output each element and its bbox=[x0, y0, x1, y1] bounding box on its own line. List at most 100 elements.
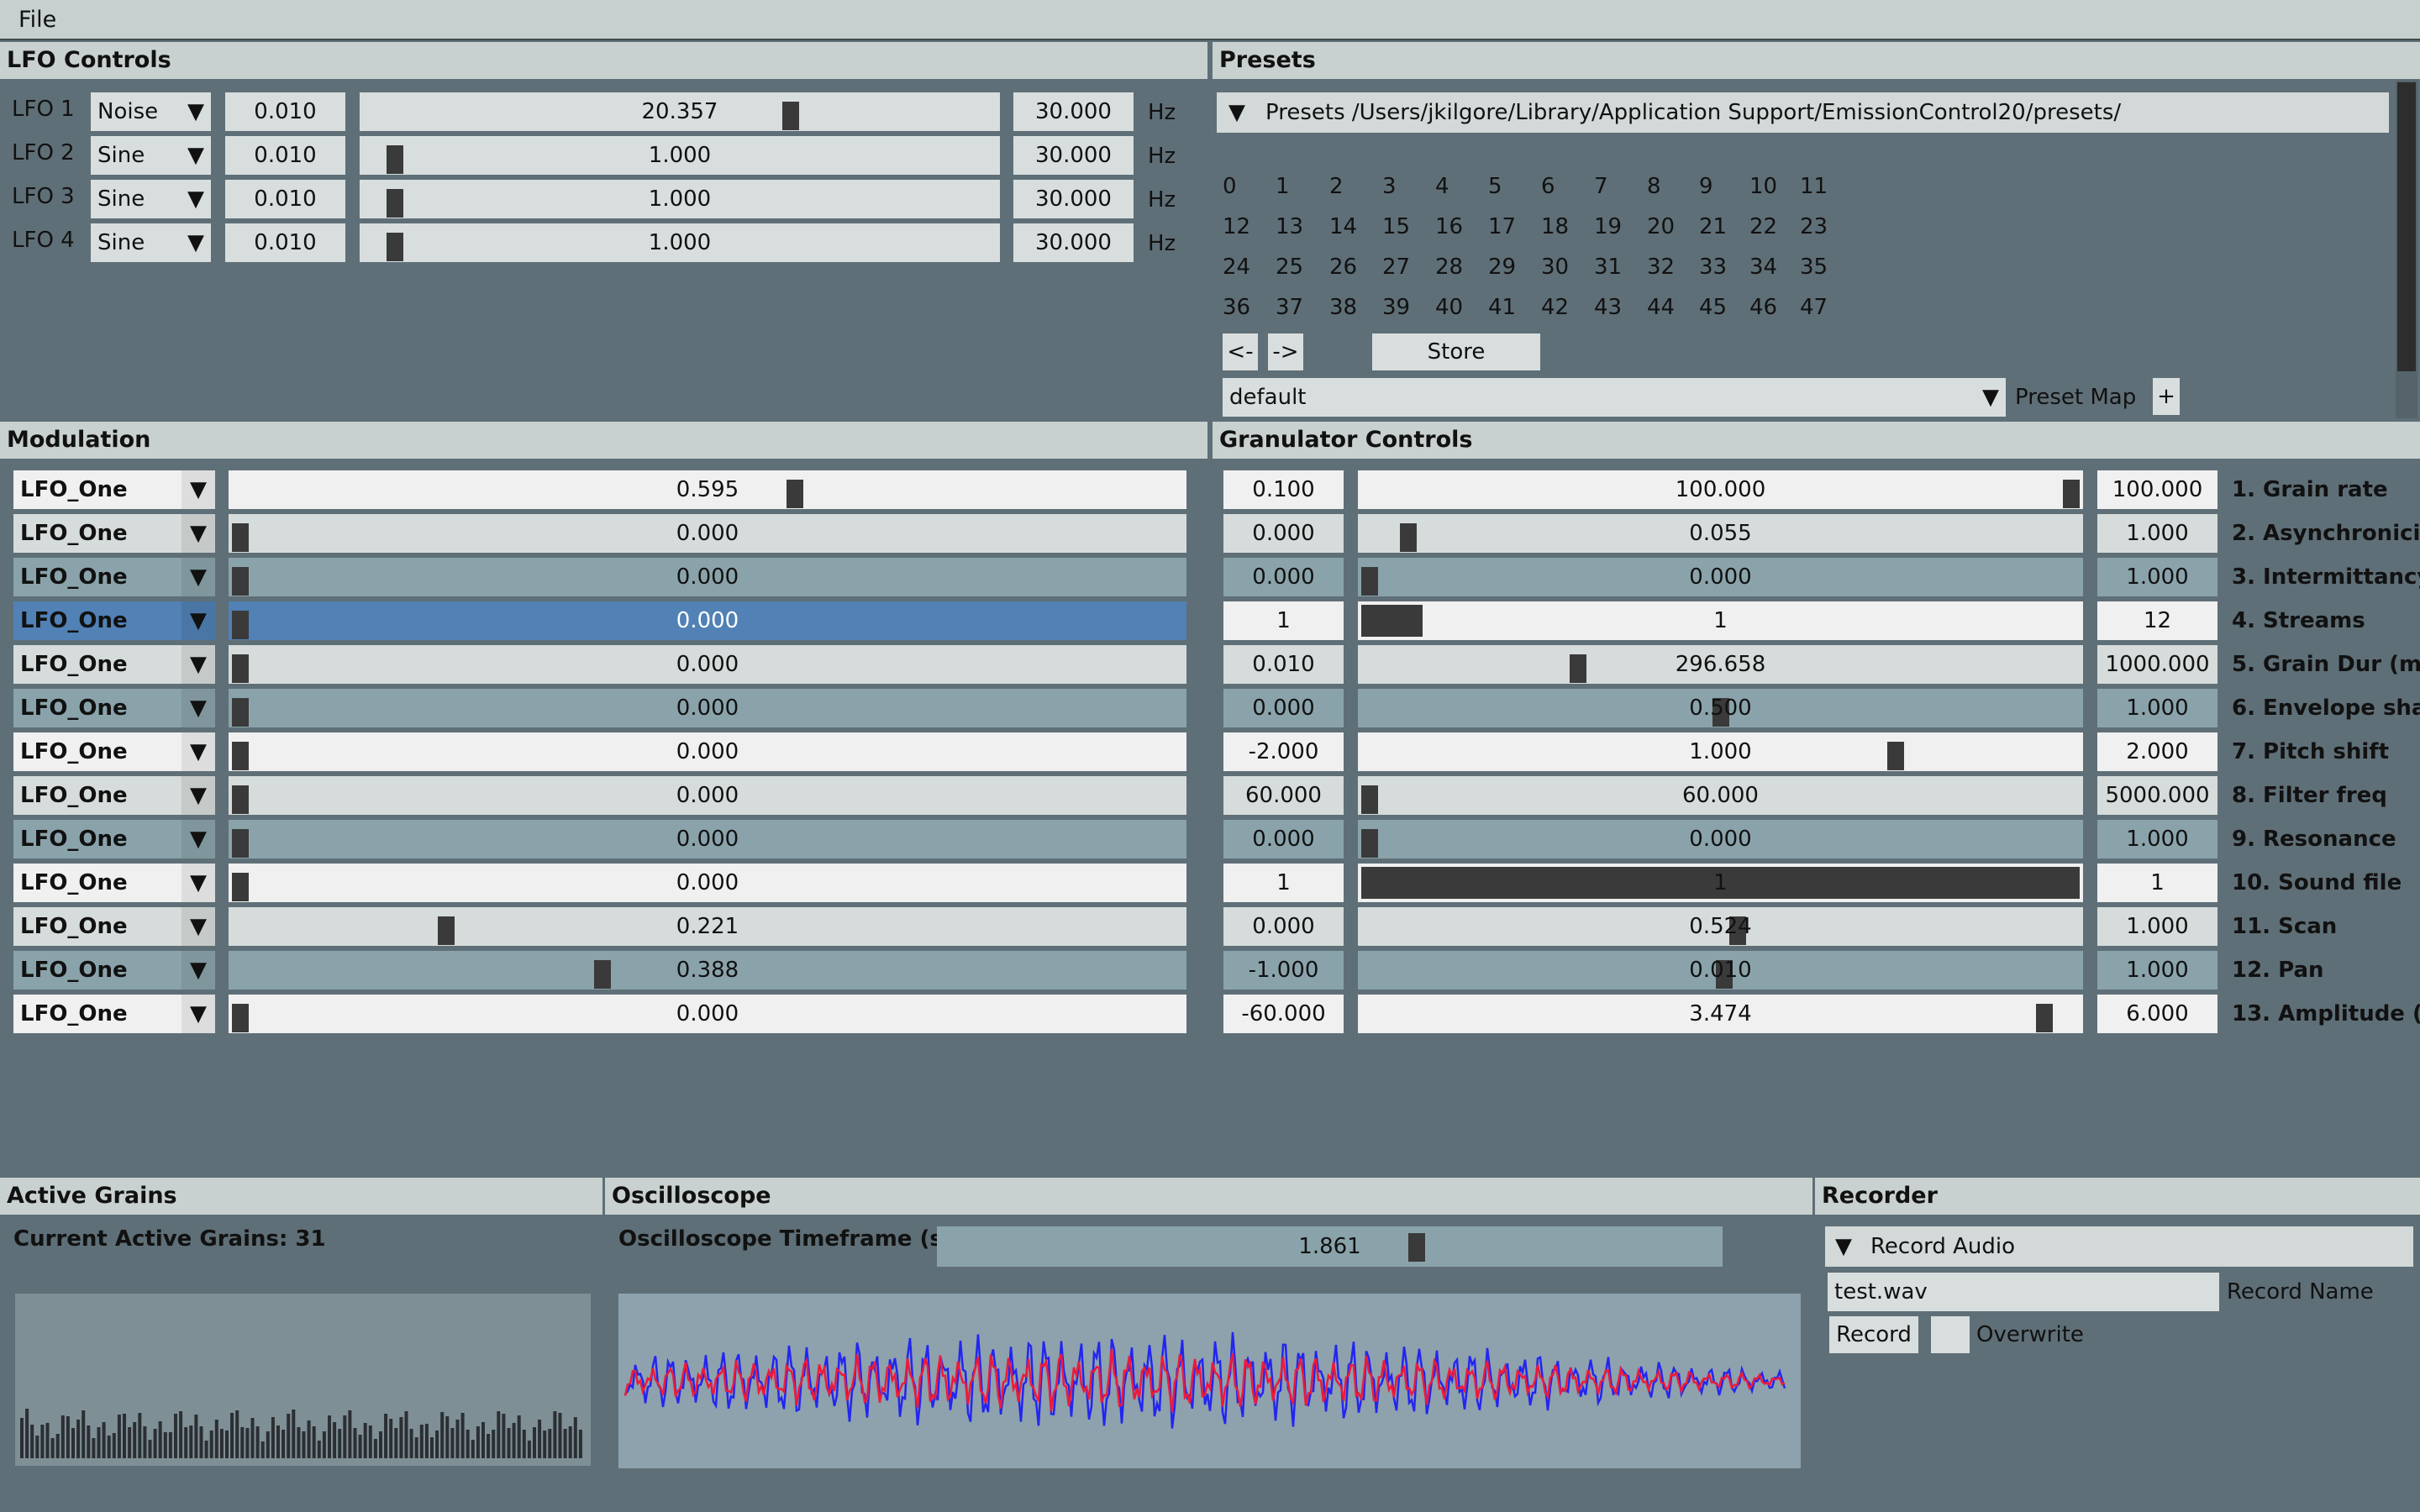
presets-scrollbar-thumb[interactable] bbox=[2397, 82, 2416, 371]
lfo-max-field[interactable]: 30.000 bbox=[1013, 136, 1134, 175]
preset-slot[interactable]: 13 bbox=[1276, 212, 1319, 242]
preset-slot[interactable]: 34 bbox=[1749, 252, 1793, 282]
modulation-source-select[interactable]: LFO_One ▼ bbox=[13, 601, 215, 640]
record-name-input[interactable]: test.wav bbox=[1828, 1273, 2219, 1311]
preset-slot[interactable]: 1 bbox=[1276, 171, 1319, 202]
lfo-rate-slider[interactable]: 1.000 bbox=[360, 180, 1000, 218]
preset-slot[interactable]: 7 bbox=[1594, 171, 1638, 202]
preset-slot[interactable]: 10 bbox=[1749, 171, 1793, 202]
granulator-min-field[interactable]: 0.010 bbox=[1223, 645, 1344, 684]
granulator-max-field[interactable]: 12 bbox=[2097, 601, 2217, 640]
preset-slot[interactable]: 22 bbox=[1749, 212, 1793, 242]
menu-file[interactable]: File bbox=[18, 7, 56, 33]
preset-slot[interactable]: 11 bbox=[1800, 171, 1844, 202]
granulator-max-field[interactable]: 1 bbox=[2097, 864, 2217, 902]
granulator-param-slider[interactable]: 0.055 bbox=[1358, 514, 2083, 553]
lfo-min-field[interactable]: 0.010 bbox=[225, 136, 345, 175]
modulation-depth-slider[interactable]: 0.388 bbox=[229, 951, 1186, 990]
modulation-source-select[interactable]: LFO_One ▼ bbox=[13, 645, 215, 684]
lfo-min-field[interactable]: 0.010 bbox=[225, 180, 345, 218]
granulator-min-field[interactable]: 0.000 bbox=[1223, 689, 1344, 727]
modulation-depth-slider[interactable]: 0.000 bbox=[229, 558, 1186, 596]
lfo-shape-select[interactable]: Noise ▼ bbox=[91, 92, 211, 131]
granulator-param-slider[interactable]: 0.524 bbox=[1358, 907, 2083, 946]
modulation-depth-slider[interactable]: 0.000 bbox=[229, 645, 1186, 684]
granulator-max-field[interactable]: 1000.000 bbox=[2097, 645, 2217, 684]
oscilloscope-timeframe-slider[interactable]: 1.861 bbox=[937, 1226, 1723, 1267]
preset-slot[interactable]: 25 bbox=[1276, 252, 1319, 282]
preset-slot[interactable]: 21 bbox=[1699, 212, 1743, 242]
add-preset-map-button[interactable]: + bbox=[2153, 378, 2180, 415]
preset-slot[interactable]: 38 bbox=[1329, 292, 1373, 323]
preset-slot[interactable]: 31 bbox=[1594, 252, 1638, 282]
modulation-source-select[interactable]: LFO_One ▼ bbox=[13, 820, 215, 858]
granulator-max-field[interactable]: 1.000 bbox=[2097, 907, 2217, 946]
modulation-source-select[interactable]: LFO_One ▼ bbox=[13, 776, 215, 815]
granulator-max-field[interactable]: 1.000 bbox=[2097, 820, 2217, 858]
preset-slot[interactable]: 47 bbox=[1800, 292, 1844, 323]
preset-slot[interactable]: 12 bbox=[1223, 212, 1266, 242]
preset-slot[interactable]: 28 bbox=[1435, 252, 1479, 282]
preset-slot[interactable]: 4 bbox=[1435, 171, 1479, 202]
record-button[interactable]: Record bbox=[1829, 1316, 1918, 1353]
modulation-depth-slider[interactable]: 0.000 bbox=[229, 776, 1186, 815]
modulation-source-select[interactable]: LFO_One ▼ bbox=[13, 995, 215, 1033]
modulation-source-select[interactable]: LFO_One ▼ bbox=[13, 558, 215, 596]
preset-slot[interactable]: 0 bbox=[1223, 171, 1266, 202]
preset-slot[interactable]: 45 bbox=[1699, 292, 1743, 323]
preset-slot[interactable]: 18 bbox=[1541, 212, 1585, 242]
modulation-depth-slider[interactable]: 0.000 bbox=[229, 995, 1186, 1033]
preset-slot[interactable]: 5 bbox=[1488, 171, 1532, 202]
preset-map-select[interactable]: default ▼ bbox=[1223, 378, 2006, 417]
preset-slot[interactable]: 37 bbox=[1276, 292, 1319, 323]
granulator-max-field[interactable]: 1.000 bbox=[2097, 951, 2217, 990]
lfo-shape-select[interactable]: Sine ▼ bbox=[91, 180, 211, 218]
granulator-min-field[interactable]: 0.000 bbox=[1223, 514, 1344, 553]
presets-folder-toggle[interactable]: ▼ Presets /Users/jkilgore/Library/Applic… bbox=[1217, 92, 2389, 133]
preset-slot[interactable]: 35 bbox=[1800, 252, 1844, 282]
preset-slot[interactable]: 33 bbox=[1699, 252, 1743, 282]
preset-slot[interactable]: 42 bbox=[1541, 292, 1585, 323]
preset-slot[interactable]: 27 bbox=[1382, 252, 1426, 282]
preset-slot[interactable]: 44 bbox=[1647, 292, 1691, 323]
modulation-depth-slider[interactable]: 0.000 bbox=[229, 864, 1186, 902]
lfo-shape-select[interactable]: Sine ▼ bbox=[91, 136, 211, 175]
presets-scrollbar-track[interactable] bbox=[2396, 81, 2417, 418]
lfo-shape-select[interactable]: Sine ▼ bbox=[91, 223, 211, 262]
preset-slot[interactable]: 16 bbox=[1435, 212, 1479, 242]
lfo-rate-slider[interactable]: 1.000 bbox=[360, 223, 1000, 262]
preset-slot[interactable]: 32 bbox=[1647, 252, 1691, 282]
granulator-min-field[interactable]: 0.000 bbox=[1223, 907, 1344, 946]
granulator-max-field[interactable]: 100.000 bbox=[2097, 470, 2217, 509]
preset-prev-button[interactable]: <- bbox=[1223, 333, 1258, 370]
preset-slot[interactable]: 20 bbox=[1647, 212, 1691, 242]
modulation-depth-slider[interactable]: 0.595 bbox=[229, 470, 1186, 509]
preset-slot[interactable]: 30 bbox=[1541, 252, 1585, 282]
modulation-source-select[interactable]: LFO_One ▼ bbox=[13, 864, 215, 902]
overwrite-checkbox[interactable] bbox=[1931, 1316, 1970, 1353]
granulator-param-slider[interactable]: 0.000 bbox=[1358, 820, 2083, 858]
granulator-min-field[interactable]: 1 bbox=[1223, 601, 1344, 640]
lfo-rate-slider[interactable]: 20.357 bbox=[360, 92, 1000, 131]
modulation-source-select[interactable]: LFO_One ▼ bbox=[13, 514, 215, 553]
preset-slot[interactable]: 14 bbox=[1329, 212, 1373, 242]
granulator-param-slider[interactable]: 60.000 bbox=[1358, 776, 2083, 815]
granulator-param-slider[interactable]: 0.000 bbox=[1358, 558, 2083, 596]
preset-slot[interactable]: 9 bbox=[1699, 171, 1743, 202]
granulator-max-field[interactable]: 1.000 bbox=[2097, 689, 2217, 727]
preset-slot[interactable]: 2 bbox=[1329, 171, 1373, 202]
granulator-min-field[interactable]: -2.000 bbox=[1223, 732, 1344, 771]
granulator-param-slider[interactable]: 100.000 bbox=[1358, 470, 2083, 509]
preset-slot[interactable]: 41 bbox=[1488, 292, 1532, 323]
granulator-min-field[interactable]: -1.000 bbox=[1223, 951, 1344, 990]
modulation-depth-slider[interactable]: 0.000 bbox=[229, 601, 1186, 640]
preset-slot[interactable]: 6 bbox=[1541, 171, 1585, 202]
granulator-min-field[interactable]: 60.000 bbox=[1223, 776, 1344, 815]
preset-slot[interactable]: 3 bbox=[1382, 171, 1426, 202]
modulation-depth-slider[interactable]: 0.000 bbox=[229, 689, 1186, 727]
modulation-source-select[interactable]: LFO_One ▼ bbox=[13, 907, 215, 946]
modulation-source-select[interactable]: LFO_One ▼ bbox=[13, 689, 215, 727]
modulation-depth-slider[interactable]: 0.221 bbox=[229, 907, 1186, 946]
preset-slot[interactable]: 15 bbox=[1382, 212, 1426, 242]
preset-slot[interactable]: 39 bbox=[1382, 292, 1426, 323]
